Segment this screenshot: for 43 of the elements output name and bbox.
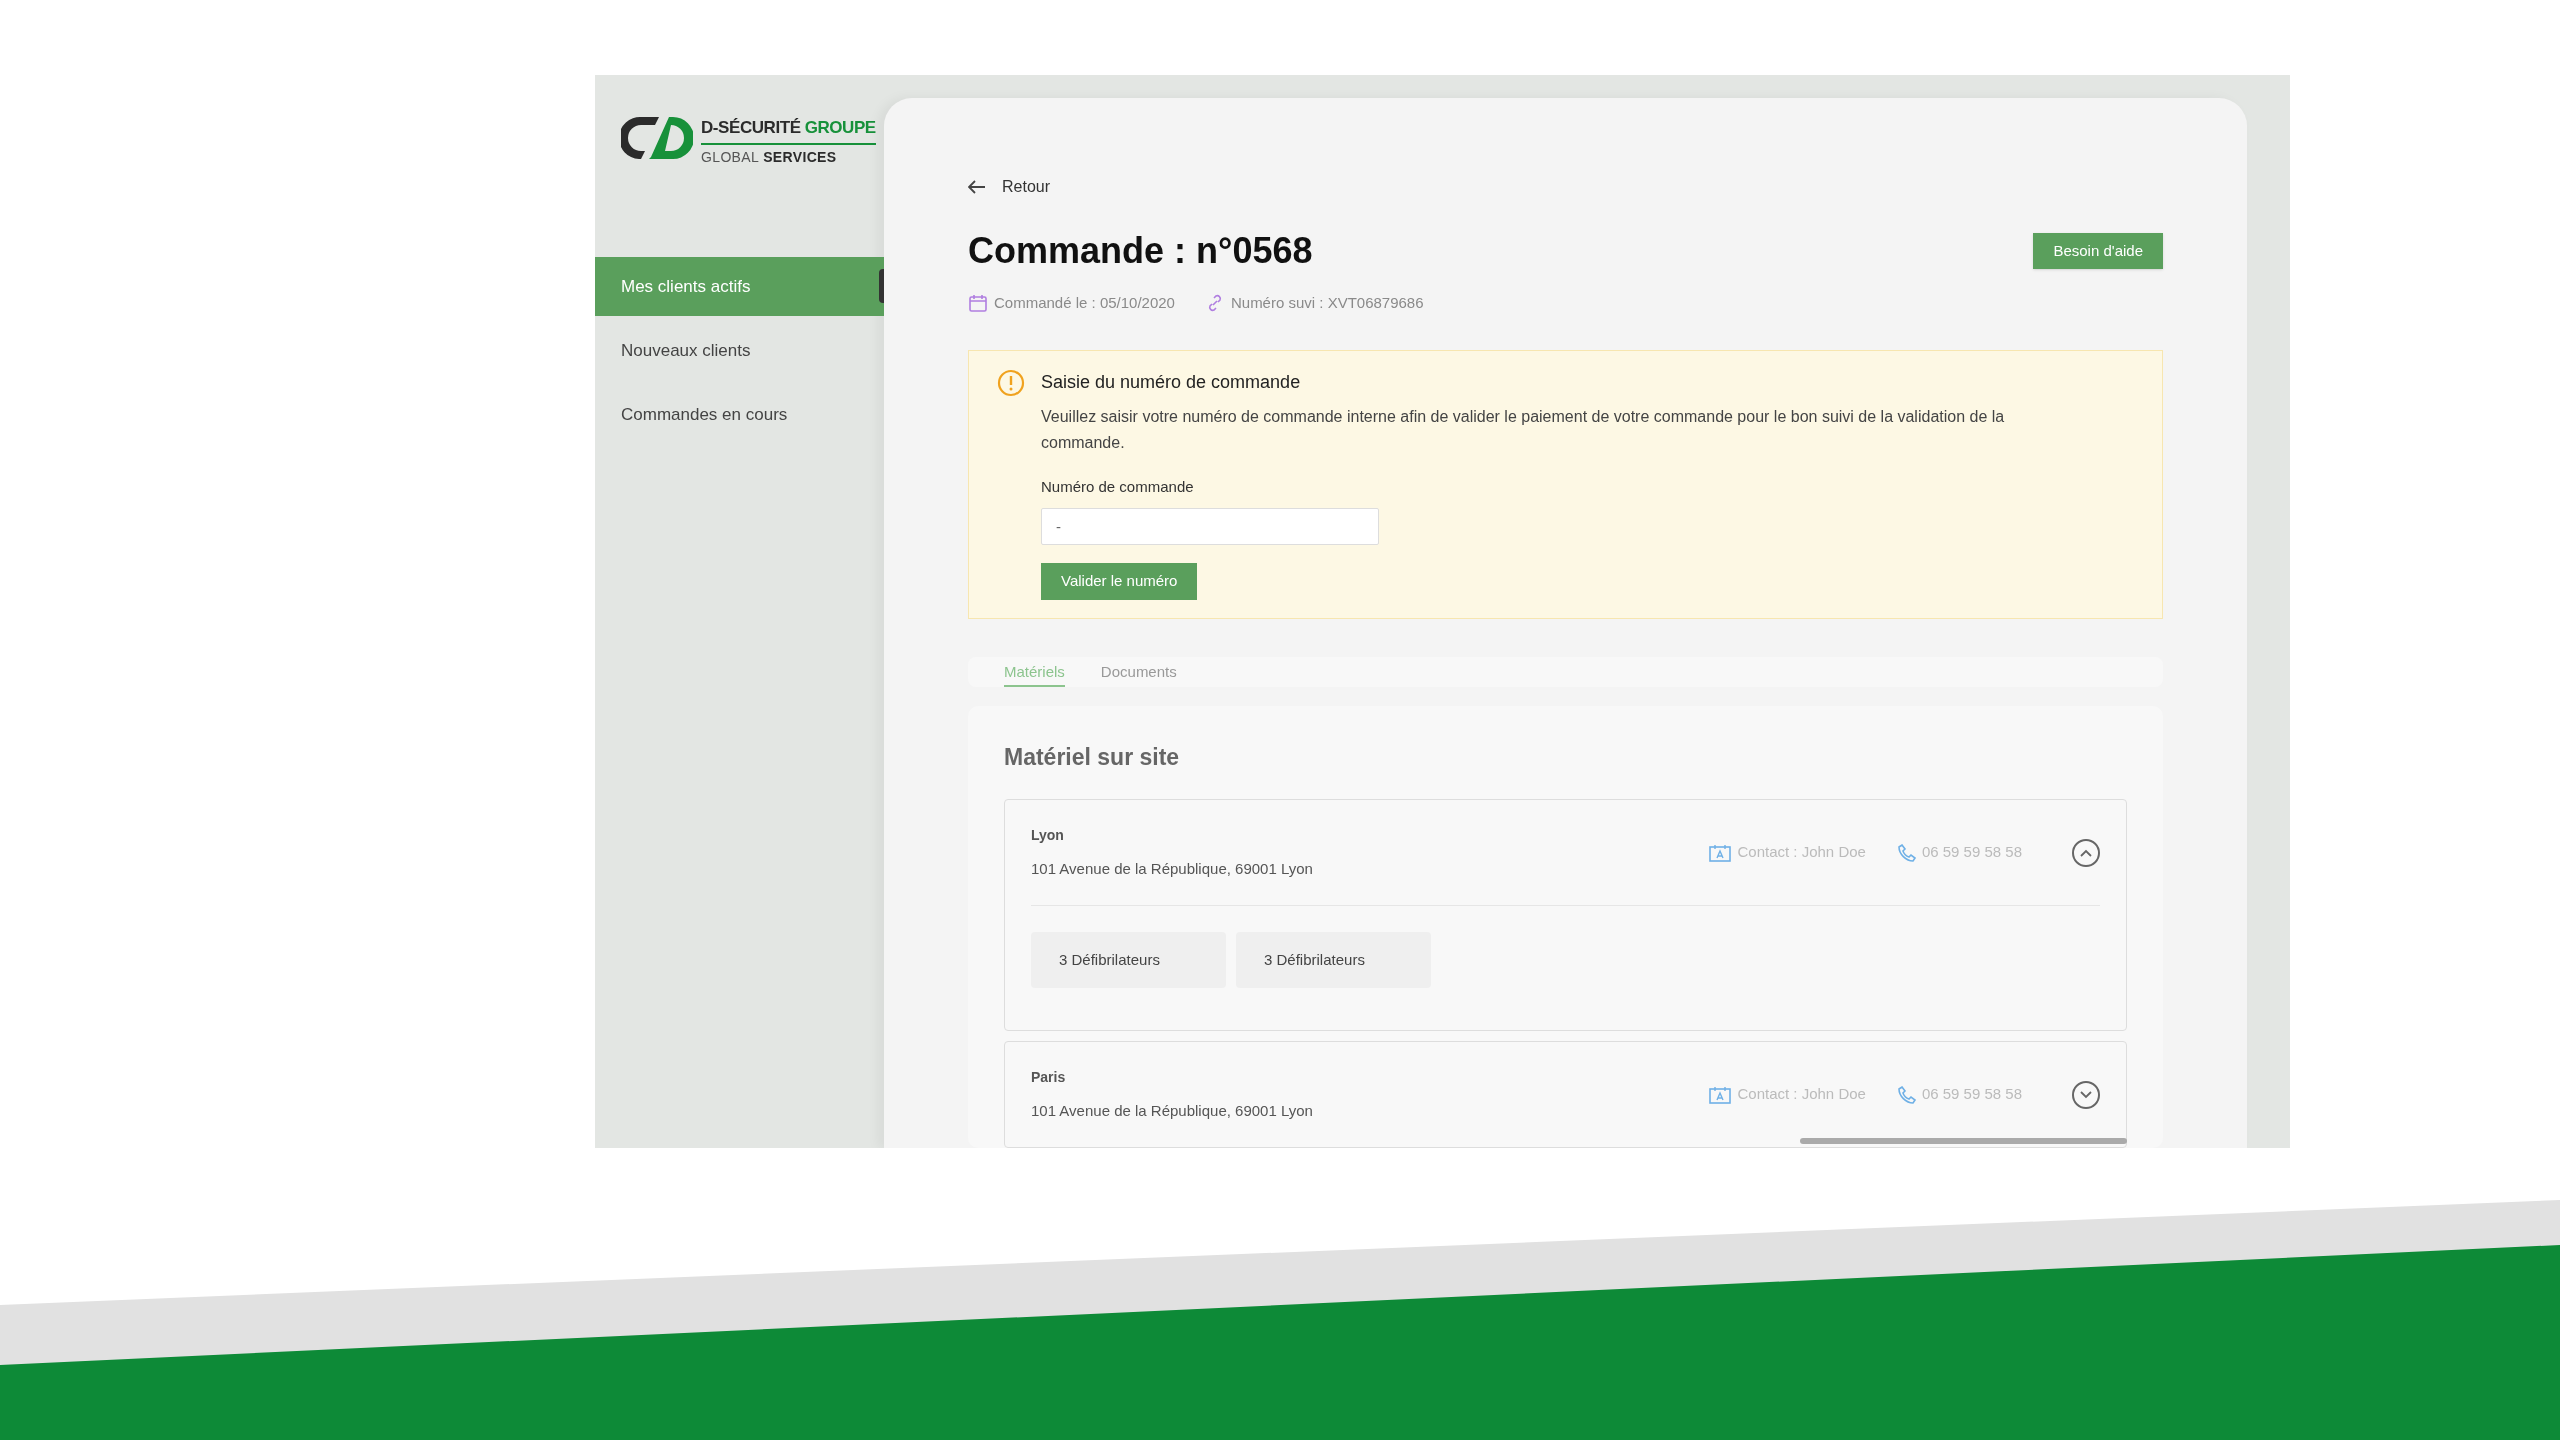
equipment-chip: 3 Défibrilateurs [1031,932,1226,988]
sidebar-item[interactable]: Commandes en cours [595,385,884,444]
alert-message: Veuillez saisir votre numéro de commande interne afin de valider le paiement de votre commande pour le bon suivi de la validation de la commande. [1041,406,2006,453]
contact-card-icon [1709,1085,1732,1104]
phone-icon [1897,843,1916,862]
site-address: 101 Avenue de la République, 69001 Lyon [1031,858,1314,879]
logo-subtext: GLOBAL [701,147,760,167]
phone-icon [1897,1085,1916,1104]
scrollbar[interactable] [1800,1138,2127,1144]
page-title: Commande : n°0568 [968,229,1313,273]
expand-button[interactable] [2072,1080,2100,1109]
meta-text: Commandé le : 05/10/2020 [994,293,1175,313]
collapse-button[interactable] [2072,838,2100,867]
warning-icon [997,368,1025,397]
calendar-icon [968,293,988,314]
contact-card-icon [1709,843,1732,862]
chevron-up-icon [2079,847,2093,858]
sidebar-item[interactable]: Mes clients actifs [595,257,884,316]
site-name: Lyon [1031,825,1065,845]
alert-title: Saisie du numéro de commande [1041,370,1302,394]
back-arrow-icon [968,180,986,194]
meta-text: Numéro suvi : XVT06879686 [1230,293,1424,313]
phone-text: 06 59 59 58 58 [1921,842,2022,863]
site-name: Paris [1031,1067,1067,1087]
tab[interactable]: Matériels [1004,657,1065,687]
order-number-field[interactable]: - [1041,508,1379,545]
help-button[interactable]: Besoin d'aide [2033,233,2163,269]
logo-text: D-SÉCURITÉ [701,117,801,139]
section-title: Matériel sur site [1004,742,1181,772]
logo-icon [621,115,693,161]
contact-text: Contact : John Doe [1737,1084,1866,1105]
logo-subtext: SERVICES [763,147,837,167]
tab[interactable]: Documents [1100,657,1177,687]
back-link[interactable]: Retour [968,176,2163,198]
equipment-chip: 3 Défibrilateurs [1236,932,1431,988]
phone-text: 06 59 59 58 58 [1921,1084,2022,1105]
sidebar-item[interactable]: Nouveaux clients [595,321,884,380]
logo-text: GROUPE [804,117,876,139]
field-label: Numéro de commande [1041,476,1195,497]
site-address: 101 Avenue de la République, 69001 Lyon [1031,1100,1314,1121]
chevron-down-icon [2079,1089,2093,1100]
contact-text: Contact : John Doe [1737,842,1866,863]
validate-button[interactable]: Valider le numéro [1041,563,1198,600]
